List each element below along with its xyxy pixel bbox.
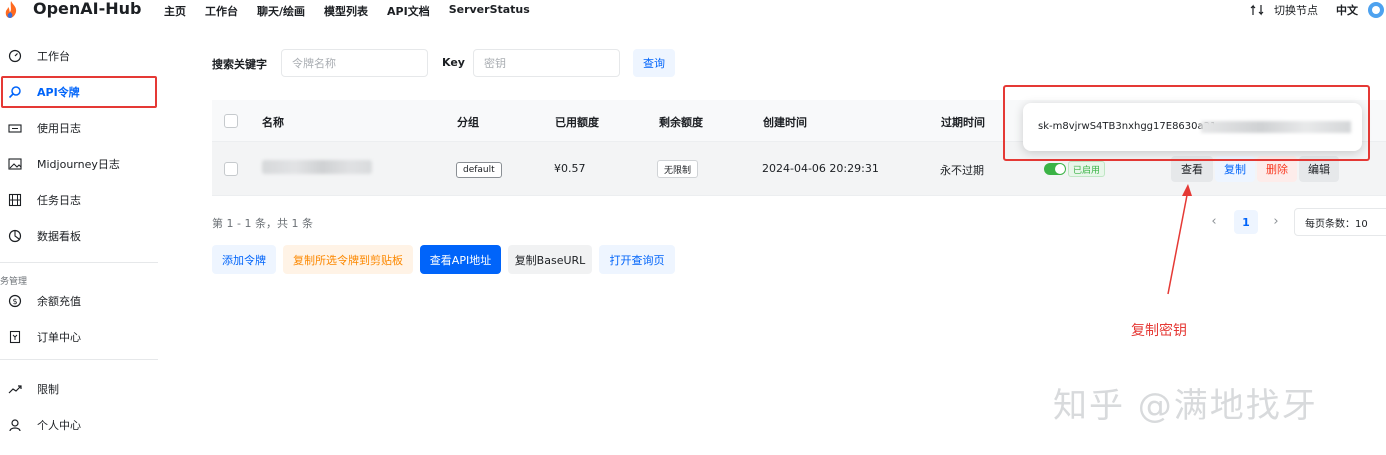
next-page-icon[interactable]: › (1268, 211, 1284, 231)
sidebar-item-limits[interactable]: 限制 (0, 371, 158, 407)
copy-base-url-button[interactable]: 复制BaseURL (508, 245, 592, 274)
sidebar-item-label: 工作台 (37, 50, 70, 63)
watermark: 知乎 @满地找牙 (1053, 386, 1318, 426)
remaining-quota-tag: 无限制 (657, 160, 699, 178)
sidebar-item-orders[interactable]: 订单中心 (0, 319, 158, 355)
sidebar-item-label: 限制 (37, 383, 59, 396)
sidebar-item-label: 任务日志 (37, 194, 81, 207)
keyword-label: 搜索关键字 (212, 58, 267, 71)
sidebar-item-data-board[interactable]: 数据看板 (0, 218, 158, 254)
sidebar-item-midjourney-log[interactable]: Midjourney日志 (0, 146, 158, 182)
receipt-icon (8, 330, 22, 344)
api-key-blurred (1201, 121, 1351, 133)
status-badge: 已启用 (1068, 161, 1106, 177)
expire-time: 永不过期 (940, 164, 984, 177)
language-selector[interactable]: 中文 (1336, 2, 1358, 18)
switch-node-icon[interactable] (1250, 3, 1264, 17)
sidebar-item-label: 数据看板 (37, 230, 81, 243)
pie-icon (8, 229, 22, 243)
sidebar-item-task-log[interactable]: 任务日志 (0, 182, 158, 218)
column-used[interactable]: 已用额度 (555, 114, 599, 130)
copy-selected-button[interactable]: 复制所选令牌到剪贴板 (283, 245, 413, 274)
sidebar-item-recharge[interactable]: $ 余额充值 (0, 283, 158, 319)
avatar[interactable] (1368, 2, 1384, 18)
api-key-text[interactable]: sk-m8vjrwS4TB3nxhgg17E8630a21 (1038, 121, 1216, 132)
token-name-blurred (262, 160, 372, 174)
key-label: Key (442, 56, 465, 69)
dashboard-icon (8, 49, 22, 63)
prev-page-icon[interactable]: ‹ (1206, 211, 1222, 231)
view-api-address-button[interactable]: 查看API地址 (420, 245, 501, 274)
open-query-page-button[interactable]: 打开查询页 (599, 245, 675, 274)
column-expires[interactable]: 过期时间 (941, 114, 985, 130)
top-nav: 主页 工作台 聊天/绘画 模型列表 API文档 ServerStatus (164, 3, 549, 19)
nav-workbench[interactable]: 工作台 (205, 3, 238, 19)
column-created[interactable]: 创建时间 (763, 114, 807, 130)
sidebar-item-label: 使用日志 (37, 122, 81, 135)
pagination-info: 第 1 - 1 条，共 1 条 (212, 217, 313, 230)
film-icon (8, 193, 22, 207)
svg-text:$: $ (12, 297, 17, 306)
sidebar-item-label: 订单中心 (37, 331, 81, 344)
nav-api-docs[interactable]: API文档 (387, 3, 430, 19)
annotation-arrow-icon (1167, 184, 1192, 295)
annotation-label: 复制密钥 (1131, 323, 1187, 339)
switch-node-button[interactable]: 切换节点 (1274, 2, 1318, 18)
header-actions: 切换节点 中文 (1250, 1, 1386, 19)
sidebar-item-label: 余额充值 (37, 295, 81, 308)
token-name-input[interactable]: 令牌名称 (281, 49, 428, 77)
key-popover: sk-m8vjrwS4TB3nxhgg17E8630a21 (1023, 103, 1362, 151)
nav-server-status[interactable]: ServerStatus (449, 3, 530, 19)
status-toggle[interactable] (1044, 163, 1066, 175)
column-name[interactable]: 名称 (262, 114, 284, 130)
row-checkbox[interactable] (224, 162, 238, 176)
sidebar-item-workbench[interactable]: 工作台 (0, 38, 158, 74)
group-tag: default (456, 162, 502, 178)
sidebar-item-label: 个人中心 (37, 419, 81, 432)
user-icon (8, 418, 22, 432)
coin-icon: $ (8, 294, 22, 308)
used-quota: ¥0.57 (554, 162, 586, 175)
page-number[interactable]: 1 (1234, 210, 1258, 234)
column-remaining[interactable]: 剩余额度 (659, 114, 703, 130)
sidebar-divider (0, 262, 158, 263)
sidebar-divider (0, 359, 158, 360)
query-button[interactable]: 查询 (633, 49, 675, 77)
brand-title[interactable]: OpenAI-Hub (33, 0, 142, 18)
created-time: 2024-04-06 20:29:31 (762, 162, 879, 175)
select-all-checkbox[interactable] (224, 114, 238, 128)
image-icon (8, 157, 22, 171)
ticket-icon (8, 121, 22, 135)
key-input[interactable]: 密钥 (473, 49, 620, 77)
column-group[interactable]: 分组 (457, 114, 479, 130)
nav-chat[interactable]: 聊天/绘画 (257, 3, 305, 19)
top-header: OpenAI-Hub 主页 工作台 聊天/绘画 模型列表 API文档 Serve… (0, 0, 1386, 20)
trend-icon (8, 382, 22, 396)
add-token-button[interactable]: 添加令牌 (212, 245, 276, 274)
flame-logo-icon[interactable] (4, 1, 18, 18)
sidebar-item-profile[interactable]: 个人中心 (0, 407, 158, 443)
annotation-highlight-box (1, 76, 157, 108)
nav-models[interactable]: 模型列表 (324, 3, 368, 19)
sidebar-item-label: Midjourney日志 (37, 158, 120, 171)
sidebar-item-usage-log[interactable]: 使用日志 (0, 110, 158, 146)
page-size-select[interactable]: 每页条数：10 (1294, 208, 1386, 236)
nav-home[interactable]: 主页 (164, 3, 186, 19)
